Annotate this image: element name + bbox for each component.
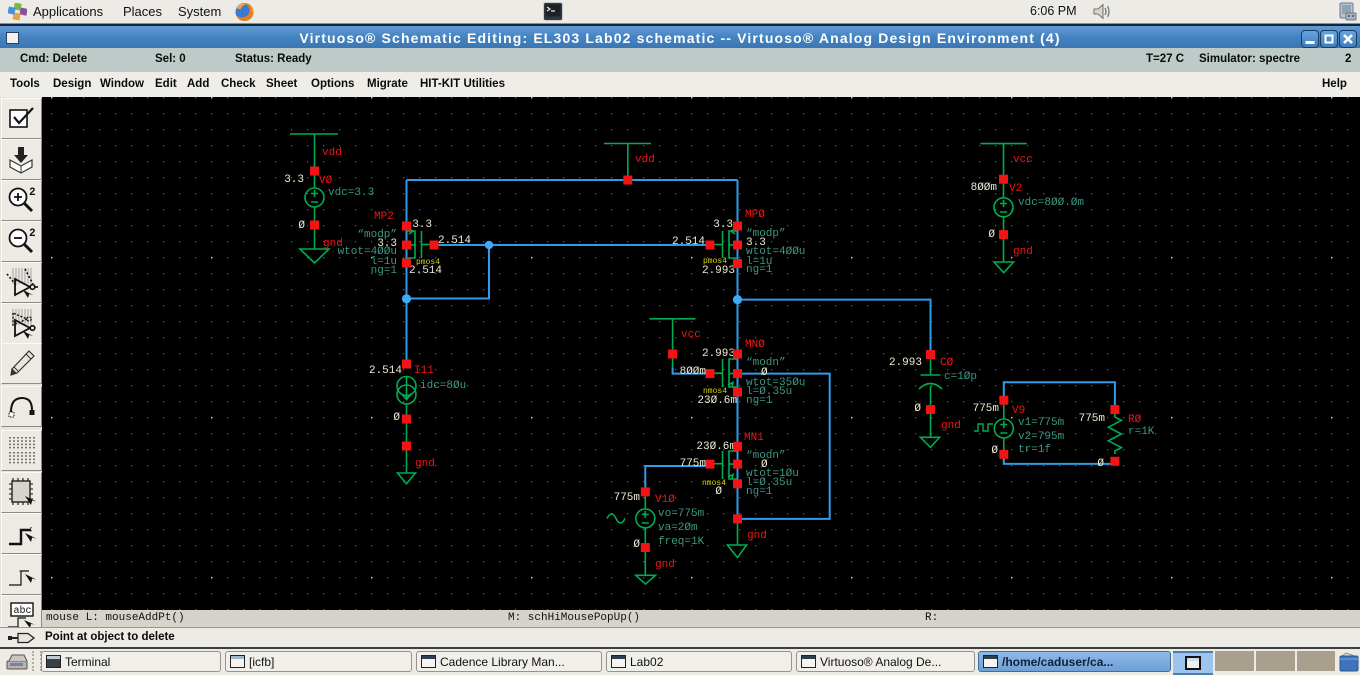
svg-text:Ø: Ø: [988, 229, 995, 241]
svg-text:V9: V9: [1012, 405, 1025, 417]
svg-text:abc: abc: [14, 605, 32, 617]
svg-text:RØ: RØ: [1128, 414, 1142, 426]
svg-text:vo=775m: vo=775m: [658, 508, 705, 520]
svg-text:vdd: vdd: [322, 147, 342, 159]
svg-text:freq=1K: freq=1K: [658, 536, 705, 548]
svg-text:V2: V2: [1009, 183, 1022, 195]
svg-text:2.993: 2.993: [702, 265, 735, 277]
svg-text:CØ: CØ: [940, 357, 954, 369]
svg-text:va=2Øm: va=2Øm: [658, 522, 698, 534]
svg-text:gnd: gnd: [747, 530, 767, 542]
svg-text:Ø: Ø: [393, 412, 400, 424]
svg-text:Ø: Ø: [298, 220, 305, 232]
svg-text:tr=1f: tr=1f: [1018, 444, 1051, 456]
svg-text:8ØØm: 8ØØm: [680, 366, 707, 378]
svg-text:2.514: 2.514: [672, 236, 705, 248]
svg-text:I11: I11: [414, 365, 434, 377]
svg-text:ng=1: ng=1: [746, 395, 773, 407]
svg-text:v2=795m: v2=795m: [1018, 431, 1065, 443]
svg-text:775m: 775m: [680, 458, 707, 470]
svg-text:MN1: MN1: [744, 432, 764, 444]
svg-text:v1=775m: v1=775m: [1018, 417, 1065, 429]
svg-text:775m: 775m: [973, 403, 1000, 415]
svg-text:Ø: Ø: [633, 539, 640, 551]
svg-text:gnd: gnd: [655, 559, 675, 571]
svg-text:Ø: Ø: [715, 486, 722, 498]
svg-text:3.3: 3.3: [284, 174, 304, 186]
svg-text:vdc=3.3: vdc=3.3: [328, 187, 374, 199]
svg-text:VØ: VØ: [319, 175, 333, 187]
svg-text:MNØ: MNØ: [745, 339, 765, 351]
svg-text:Ø: Ø: [914, 403, 921, 415]
svg-text:vdc=8ØØ.Øm: vdc=8ØØ.Øm: [1018, 197, 1084, 209]
svg-text:vcc: vcc: [681, 329, 701, 341]
svg-text:vdd: vdd: [635, 154, 655, 166]
svg-text:Ø: Ø: [1097, 458, 1104, 470]
svg-text:vcc: vcc: [1013, 154, 1033, 166]
svg-text:3.3: 3.3: [412, 219, 432, 231]
svg-text:V1Ø: V1Ø: [655, 494, 675, 506]
svg-text:MPØ: MPØ: [745, 209, 765, 221]
svg-text:c=1Øp: c=1Øp: [944, 371, 977, 383]
svg-text:23Ø.6m: 23Ø.6m: [697, 395, 737, 407]
svg-text:775m: 775m: [614, 492, 641, 504]
svg-text:8ØØm: 8ØØm: [971, 182, 998, 194]
svg-text:3.3: 3.3: [713, 219, 733, 231]
svg-text:ng=1: ng=1: [746, 264, 773, 276]
svg-text:2.993: 2.993: [889, 357, 922, 369]
svg-text:2.514: 2.514: [369, 365, 402, 377]
svg-text:2: 2: [29, 187, 36, 199]
svg-text:775m: 775m: [1079, 413, 1106, 425]
svg-text:gnd: gnd: [415, 458, 435, 470]
svg-text:ng=1: ng=1: [746, 486, 773, 498]
svg-text:MP2: MP2: [374, 211, 394, 223]
svg-text:gnd: gnd: [941, 420, 961, 432]
svg-text:23Ø.6m: 23Ø.6m: [696, 441, 736, 453]
svg-text:2.514: 2.514: [438, 235, 471, 247]
svg-text:Ø: Ø: [991, 445, 998, 457]
svg-text:gnd: gnd: [1013, 246, 1033, 258]
svg-text:2: 2: [29, 228, 36, 240]
svg-text:nmos4: nmos4: [702, 479, 726, 488]
svg-text:idc=8Øu: idc=8Øu: [420, 380, 466, 392]
svg-text:2.514: 2.514: [409, 265, 442, 277]
svg-text:2.993: 2.993: [702, 348, 735, 360]
svg-text:r=1K: r=1K: [1128, 426, 1155, 438]
svg-text:ng=1: ng=1: [371, 265, 398, 277]
